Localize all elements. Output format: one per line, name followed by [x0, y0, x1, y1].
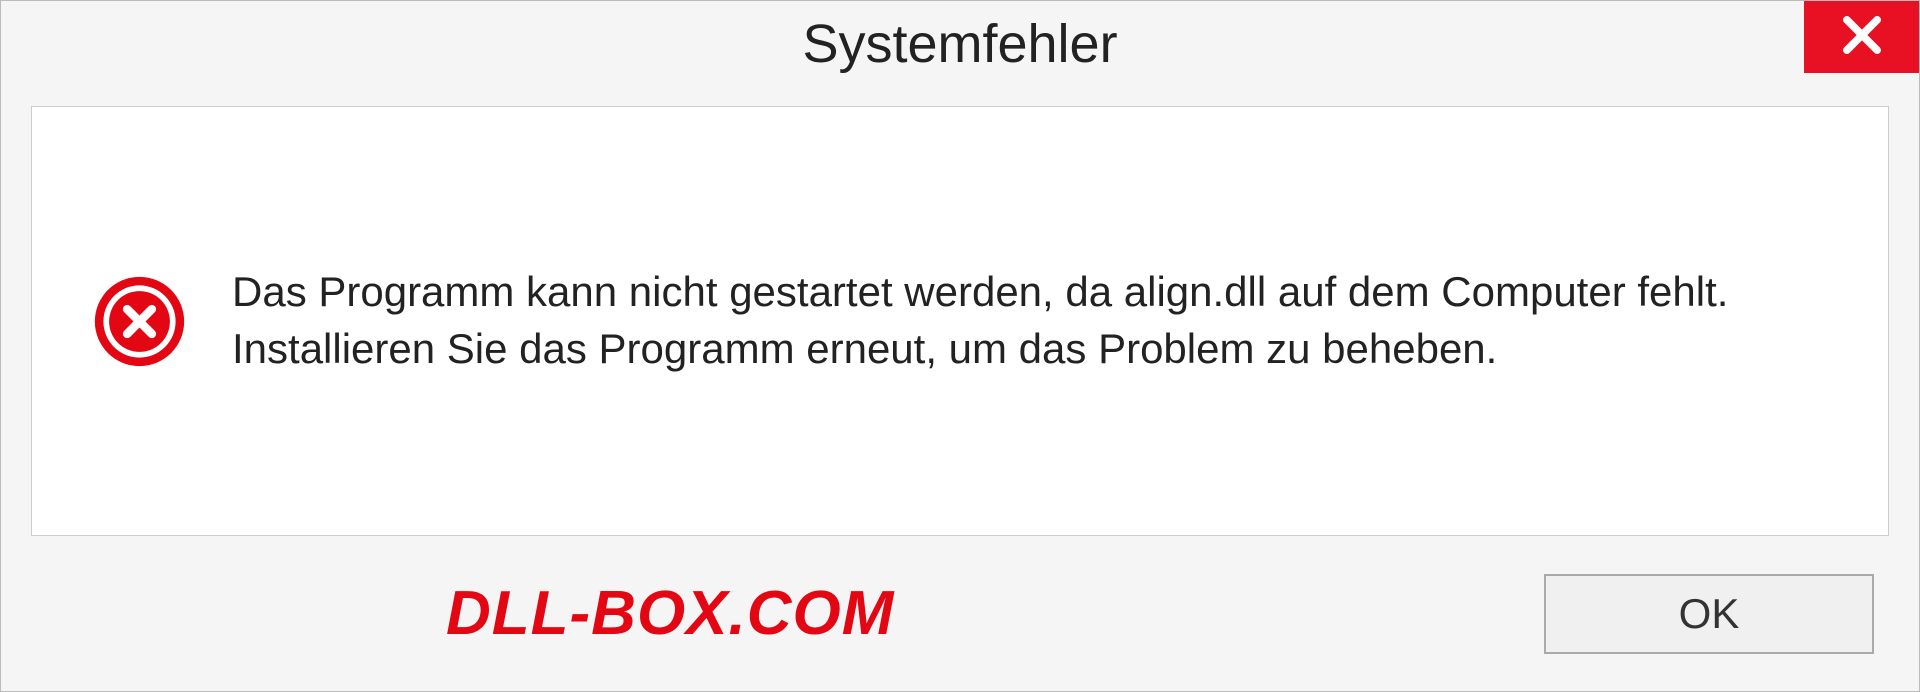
error-message: Das Programm kann nicht gestartet werden… [232, 264, 1828, 377]
ok-button[interactable]: OK [1544, 574, 1874, 654]
error-dialog: Systemfehler Das Programm kann nicht ges… [0, 0, 1920, 692]
close-icon [1836, 9, 1888, 66]
content-panel: Das Programm kann nicht gestartet werden… [31, 106, 1889, 536]
titlebar: Systemfehler [1, 1, 1919, 86]
watermark-text: DLL-BOX.COM [446, 578, 894, 649]
close-button[interactable] [1804, 1, 1919, 73]
dialog-footer: DLL-BOX.COM OK [1, 561, 1919, 691]
dialog-title: Systemfehler [802, 13, 1117, 75]
error-icon [92, 274, 187, 369]
